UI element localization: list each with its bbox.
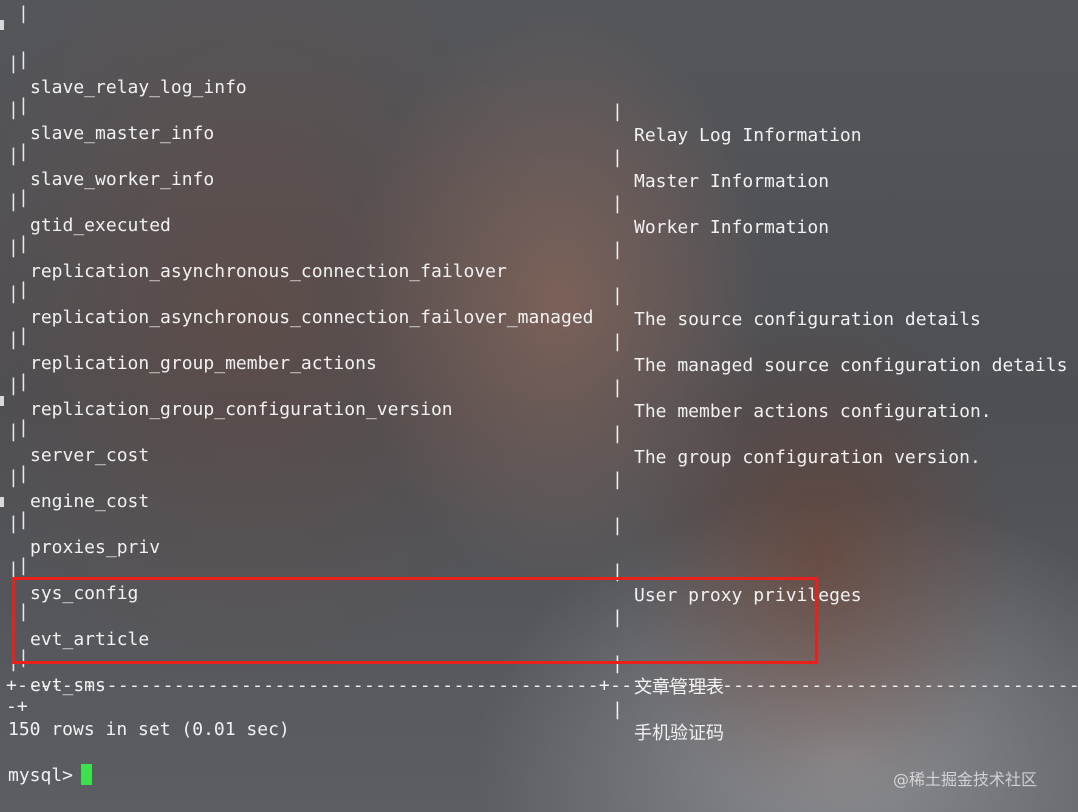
table-name: replication_group_member_actions — [30, 353, 377, 374]
table-name: slave_master_info — [30, 123, 215, 144]
column-pipe: | — [612, 699, 623, 720]
edge-marker — [0, 20, 4, 30]
table-comment: The group configuration version. — [634, 447, 981, 468]
table-name: engine_cost — [30, 491, 150, 512]
mysql-prompt: mysql> — [8, 765, 74, 786]
wrap-pipe: | — [18, 95, 29, 116]
table-comment: 手机验证码 — [634, 723, 724, 744]
table-name: replication_group_configuration_version — [30, 399, 453, 420]
table-comment: Worker Information — [634, 217, 830, 238]
table-name: gtid_executed — [30, 215, 171, 236]
cursor — [81, 764, 93, 785]
wrap-pipe: | — [18, 49, 29, 70]
table-name: slave_relay_log_info — [30, 77, 247, 98]
column-pipe: | — [612, 331, 623, 352]
column-pipe: | — [612, 239, 623, 260]
wrap-pipe: | — [18, 187, 29, 208]
query-summary: 150 rows in set (0.01 sec) — [8, 719, 290, 740]
wrap-pipe: | — [18, 417, 29, 438]
table-comment: The member actions configuration. — [634, 401, 992, 422]
wrap-pipe: | — [18, 325, 29, 346]
wrap-pipe: | — [18, 371, 29, 392]
wrap-pipe: | — [18, 555, 29, 576]
table-separator: +---------------------------------------… — [6, 675, 1078, 696]
table-name: slave_worker_info — [30, 169, 215, 190]
edge-marker — [0, 396, 4, 406]
edge-marker — [0, 497, 4, 507]
wrap-pipe: | — [18, 141, 29, 162]
table-comment: Relay Log Information — [634, 125, 862, 146]
terminal-window[interactable]: | | slave_relay_log_info | Relay Log Inf… — [0, 0, 1078, 812]
wrap-pipe: | — [18, 509, 29, 530]
column-pipe: | — [612, 193, 623, 214]
table-name: replication_asynchronous_connection_fail… — [30, 261, 507, 282]
prompt-line[interactable]: mysql> — [8, 764, 93, 788]
wrap-pipe: | — [18, 279, 29, 300]
table-name: proxies_priv — [30, 537, 161, 558]
table-comment: The managed source configuration details — [634, 355, 1068, 376]
column-pipe: | — [612, 101, 623, 122]
table-name: server_cost — [30, 445, 150, 466]
column-pipe: | — [612, 515, 623, 536]
watermark: @稀土掘金技术社区 — [893, 770, 1038, 789]
wrap-pipe: | — [18, 463, 29, 484]
wrap-pipe: | — [18, 3, 29, 24]
column-pipe: | — [612, 423, 623, 444]
column-pipe: | — [612, 469, 623, 490]
table-comment: The source configuration details — [634, 309, 981, 330]
table-separator-tail: -+ — [6, 696, 28, 717]
table-name: replication_asynchronous_connection_fail… — [30, 307, 594, 328]
highlight-box — [12, 577, 818, 664]
column-pipe: | — [612, 377, 623, 398]
wrap-pipe: | — [18, 233, 29, 254]
column-pipe: | — [612, 147, 623, 168]
table-comment: Master Information — [634, 171, 830, 192]
column-pipe: | — [612, 285, 623, 306]
